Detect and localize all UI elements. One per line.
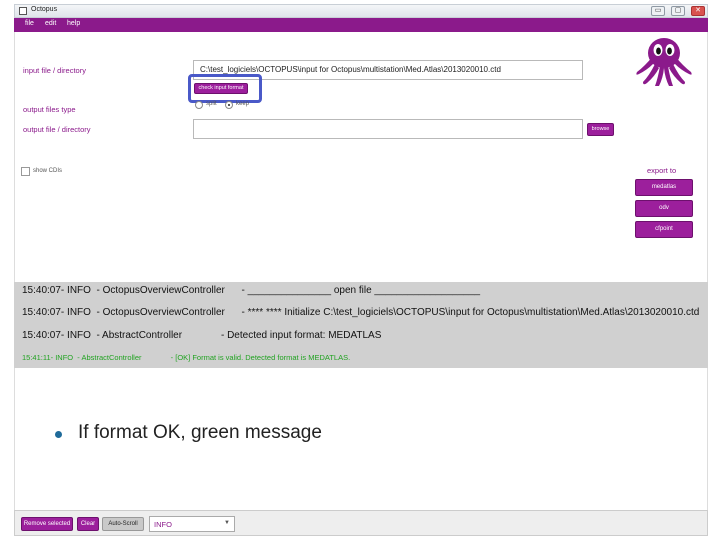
log-level-select[interactable]: INFO ▼ [149, 516, 235, 532]
maximize-button[interactable]: ▢ [671, 6, 685, 16]
export-medatlas-button[interactable]: medatlas [635, 179, 693, 196]
log-panel: 15:40:07- INFO - OctopusOverviewControll… [14, 282, 708, 368]
export-label: export to [647, 166, 677, 175]
log-line-ok: 15:41:11- INFO - AbstractController - [O… [22, 353, 351, 362]
minimize-button[interactable]: ▭ [651, 6, 665, 16]
show-cdis-checkbox[interactable] [21, 167, 30, 176]
radio-split[interactable] [195, 101, 203, 109]
octopus-logo-icon [636, 38, 692, 86]
radio-keep-label: keep [236, 101, 250, 107]
radio-keep[interactable] [225, 101, 233, 109]
auto-scroll-button[interactable]: Auto-Scroll [102, 517, 144, 531]
log-line: 15:40:07- INFO - OctopusOverviewControll… [22, 307, 700, 318]
show-cdis-label: show CDIs [33, 168, 63, 174]
browse-button[interactable]: browse [587, 123, 614, 136]
menu-edit[interactable]: edit [45, 20, 56, 27]
output-file-label: output file / directory [23, 125, 91, 134]
menu-bar: file edit help [14, 18, 708, 32]
window-title: Octopus [31, 6, 58, 13]
window-titlebar: Octopus ▭ ▢ ✕ [14, 4, 708, 18]
output-file-field[interactable] [193, 119, 583, 139]
menu-help[interactable]: help [67, 20, 80, 27]
close-button[interactable]: ✕ [691, 6, 705, 16]
app-icon [19, 7, 27, 15]
export-cfpoint-button[interactable]: cfpoint [635, 221, 693, 238]
chevron-down-icon: ▼ [224, 520, 230, 526]
log-toolbar: Remove selected Clear Auto-Scroll INFO ▼ [14, 510, 708, 536]
slide-content: If format OK, green message [14, 368, 708, 510]
log-line: 15:40:07- INFO - AbstractController - De… [22, 330, 382, 341]
check-input-format-button[interactable]: check input format [194, 83, 248, 94]
menu-file[interactable]: file [25, 20, 34, 27]
remove-selected-button[interactable]: Remove selected [21, 517, 73, 531]
bullet-icon [55, 431, 62, 438]
clear-button[interactable]: Clear [77, 517, 99, 531]
log-level-value: INFO [154, 520, 172, 529]
output-type-label: output files type [23, 105, 76, 114]
export-odv-button[interactable]: odv [635, 200, 693, 217]
log-line: 15:40:07- INFO - OctopusOverviewControll… [22, 285, 481, 296]
bullet-text: If format OK, green message [78, 422, 322, 443]
main-panel: input file / directory C:\test_logiciels… [14, 32, 708, 282]
radio-split-label: split [206, 101, 217, 107]
input-file-label: input file / directory [23, 66, 86, 75]
